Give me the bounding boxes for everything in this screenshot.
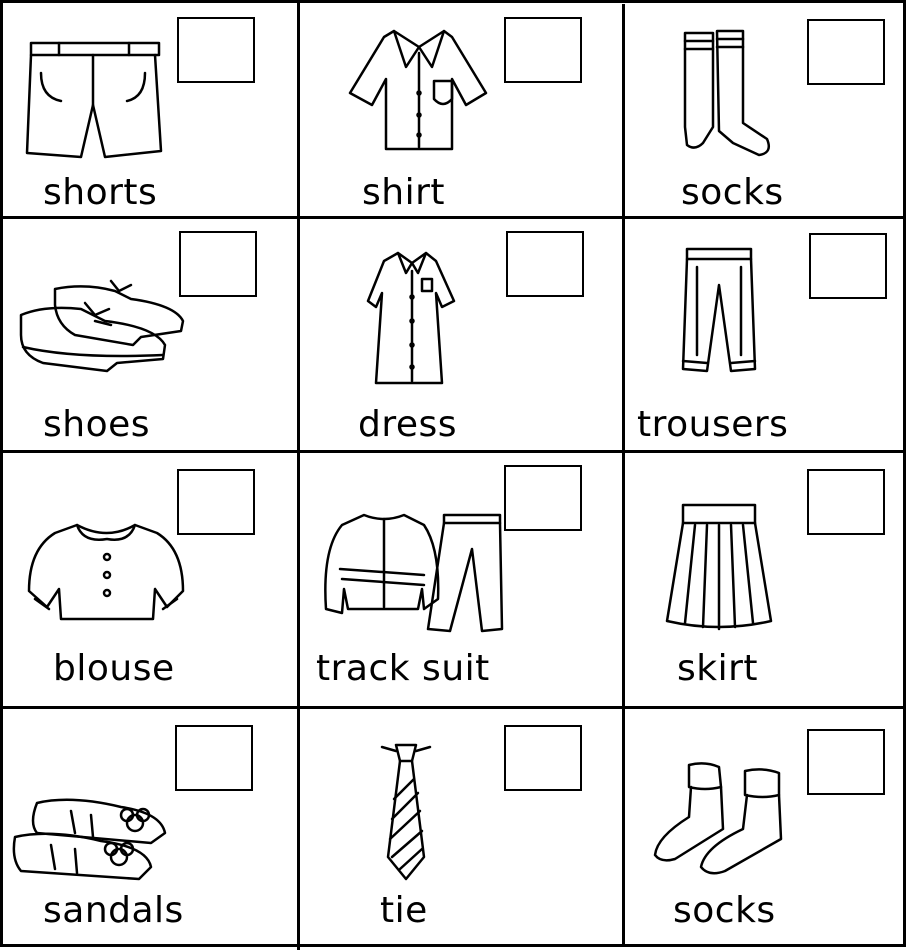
item-label: socks xyxy=(673,890,776,931)
skirt-icon xyxy=(665,503,773,631)
checkbox-skirt[interactable] xyxy=(807,469,885,535)
checkbox-socks[interactable] xyxy=(807,19,885,85)
item-label: skirt xyxy=(677,648,759,689)
cell-shorts: shorts xyxy=(3,3,297,216)
ankle-socks-icon xyxy=(653,762,783,875)
item-label: shoes xyxy=(43,404,151,445)
checkbox-shorts[interactable] xyxy=(177,17,255,83)
sandals-icon xyxy=(12,798,167,881)
worksheet: shorts shirt socks shoes dress trousers … xyxy=(0,0,906,950)
item-label: socks xyxy=(681,172,784,213)
blouse-icon xyxy=(27,523,185,621)
checkbox-trousers[interactable] xyxy=(809,233,887,299)
cell-track-suit: track suit xyxy=(300,453,622,706)
dress-icon xyxy=(366,251,456,385)
cell-sandals: sandals xyxy=(3,709,297,944)
item-label: track suit xyxy=(316,648,490,689)
checkbox-ankle-socks[interactable] xyxy=(807,729,885,795)
cell-shirt: shirt xyxy=(300,3,622,216)
shirt-icon xyxy=(348,29,488,151)
checkbox-tie[interactable] xyxy=(504,725,582,791)
item-label: dress xyxy=(358,404,458,445)
cell-trousers: trousers xyxy=(625,219,903,450)
cell-ankle-socks: socks xyxy=(625,709,903,944)
item-label: tie xyxy=(380,890,428,931)
cell-shoes: shoes xyxy=(3,219,297,450)
cell-skirt: skirt xyxy=(625,453,903,706)
checkbox-shirt[interactable] xyxy=(504,17,582,83)
track-suit-icon xyxy=(324,513,504,633)
item-label: shirt xyxy=(362,172,445,213)
cell-blouse: blouse xyxy=(3,453,297,706)
grid-line xyxy=(0,944,906,947)
socks-icon xyxy=(683,29,770,157)
checkbox-track-suit[interactable] xyxy=(504,465,582,531)
cell-tie: tie xyxy=(300,709,622,944)
checkbox-dress[interactable] xyxy=(506,231,584,297)
item-label: trousers xyxy=(637,404,789,445)
cell-dress: dress xyxy=(300,219,622,450)
shorts-icon xyxy=(25,41,163,159)
item-label: sandals xyxy=(43,890,184,931)
item-label: shorts xyxy=(43,172,158,213)
tie-icon xyxy=(380,743,432,881)
trousers-icon xyxy=(681,247,757,373)
item-label: blouse xyxy=(53,648,175,689)
cell-socks: socks xyxy=(625,3,903,216)
shoes-icon xyxy=(19,279,185,373)
checkbox-sandals[interactable] xyxy=(175,725,253,791)
